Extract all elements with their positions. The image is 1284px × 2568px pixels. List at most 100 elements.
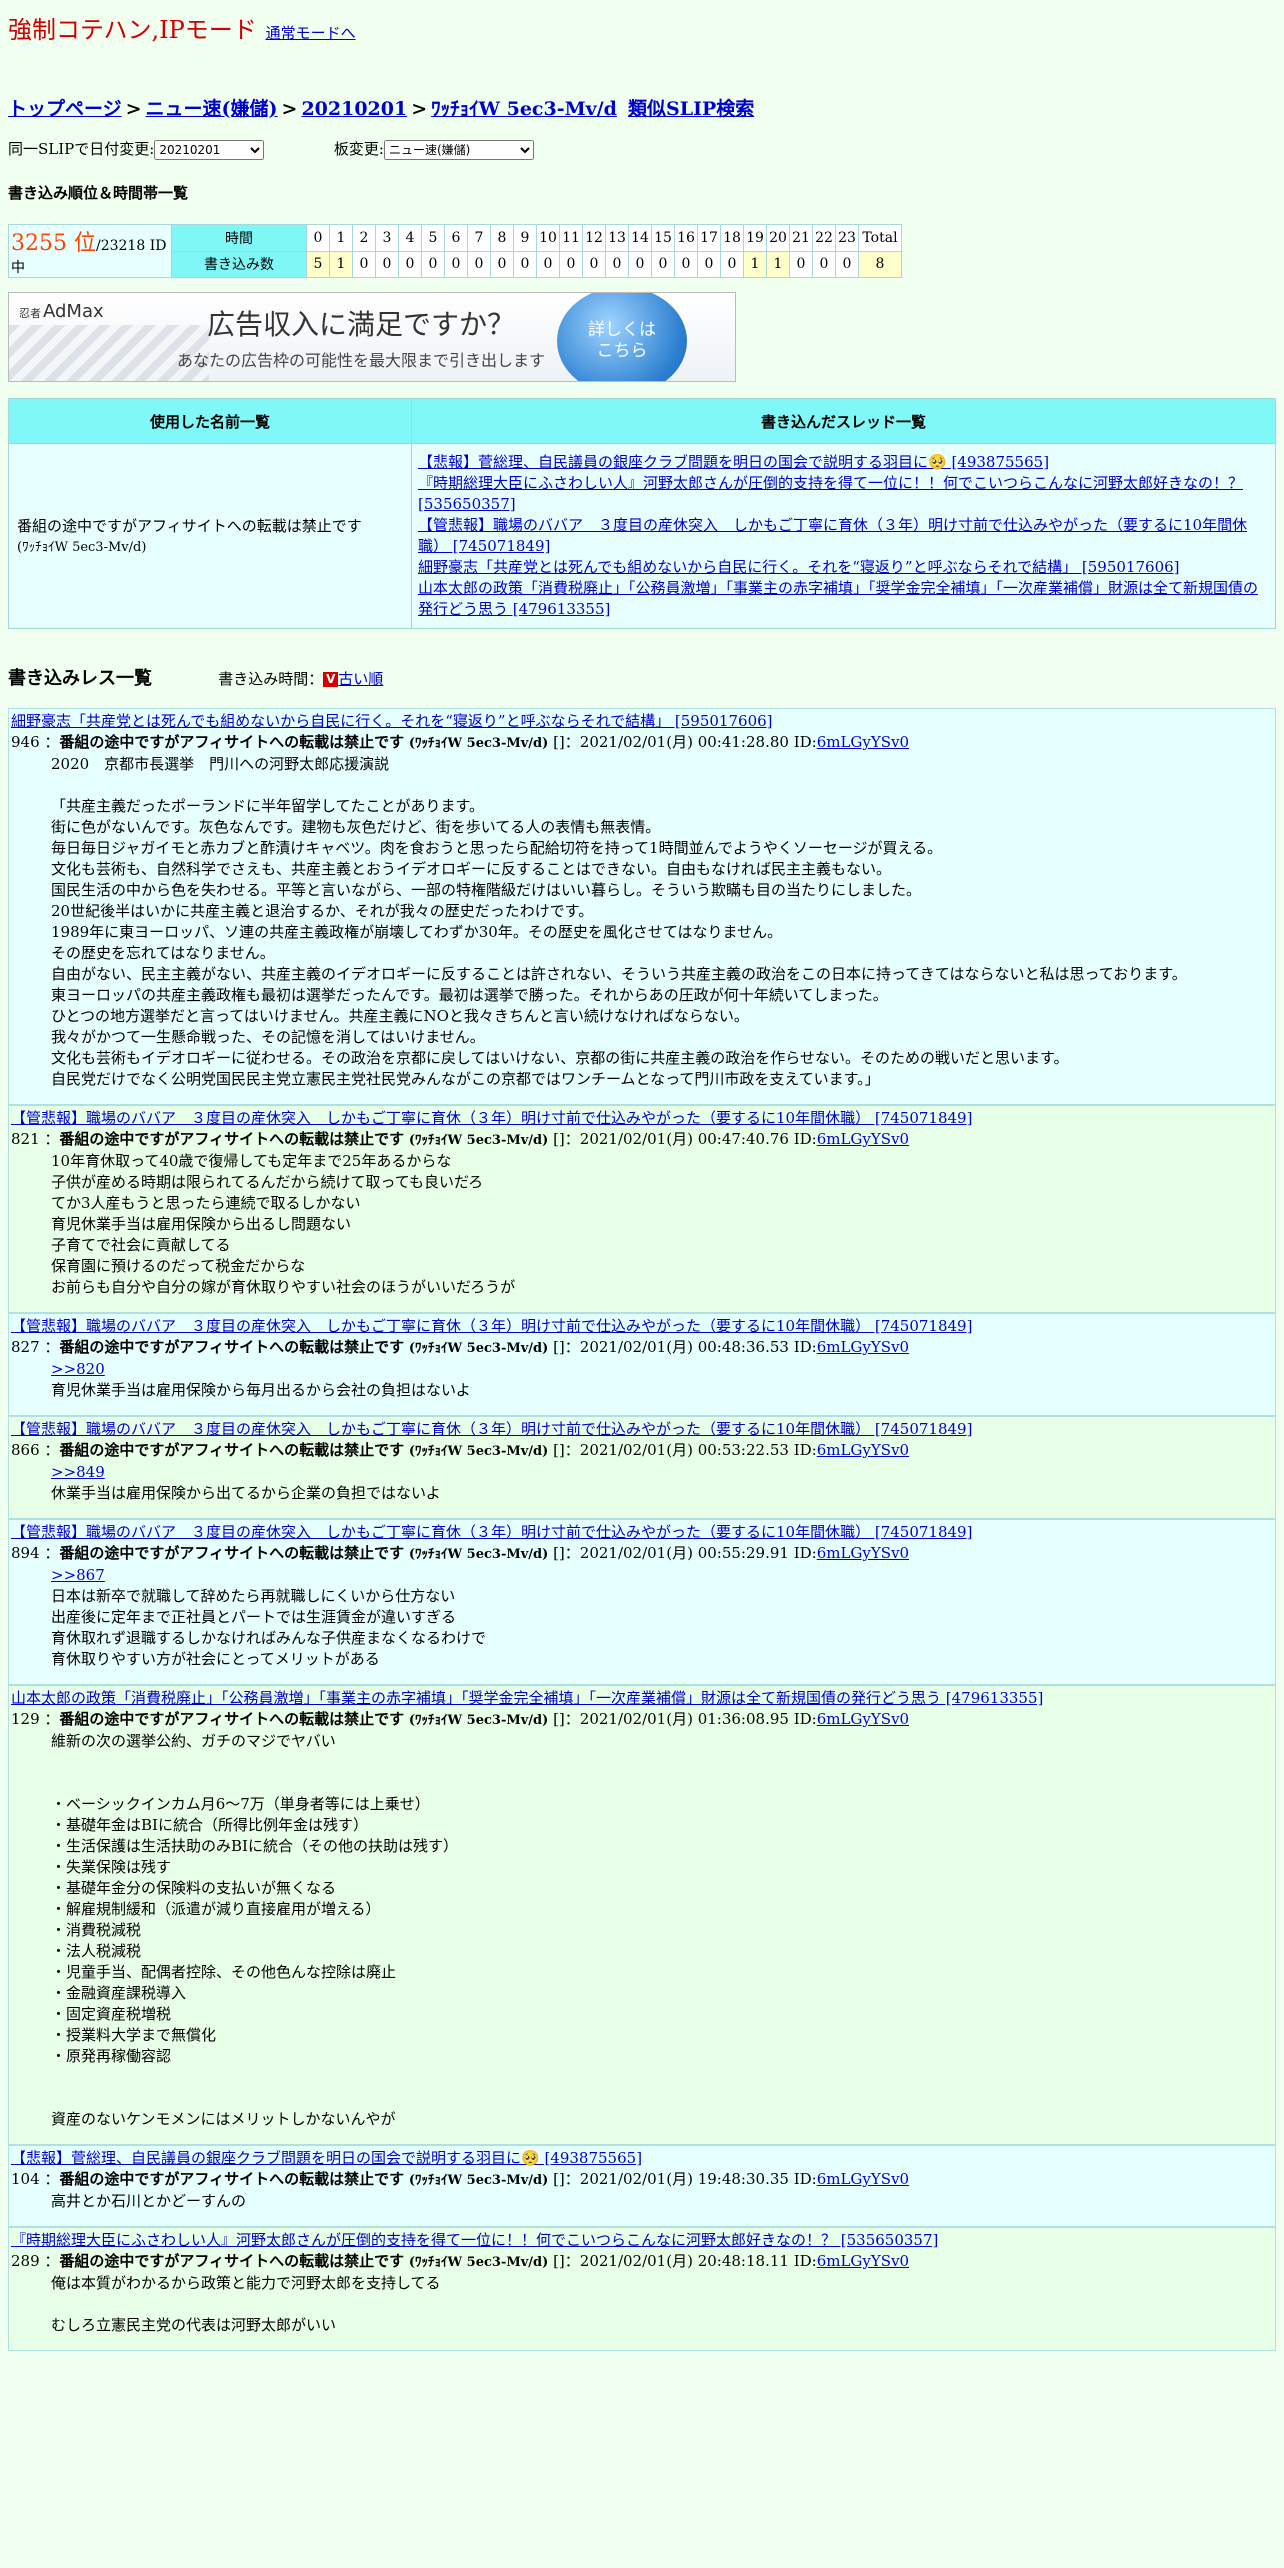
posts-section-title: 書き込みレス一覧 xyxy=(8,668,152,689)
post-name: 番組の途中ですがアフィサイトへの転載は禁止です xyxy=(59,733,405,751)
hour-count: 0 xyxy=(398,250,422,278)
selector-row: 同一SLIPで日付変更: 20210201 板変更: ニュー速(嫌儲) xyxy=(8,138,534,160)
hour-header: 4 xyxy=(398,224,422,252)
post-item: 【管悲報】職場のババア ３度目の産休突入 しかもご丁寧に育休（３年）明け寸前で仕… xyxy=(8,1313,1276,1416)
hour-header: 6 xyxy=(444,224,468,252)
reply-anchor-link[interactable]: >>867 xyxy=(51,1565,1273,1586)
mode-title: 強制コテハン,IPモード xyxy=(8,16,257,44)
hour-count: 0 xyxy=(421,250,445,278)
post-header: 289 ：番組の途中ですがアフィサイトへの転載は禁止です (ﾜｯﾁｮｲW 5ec… xyxy=(11,2252,910,2270)
hour-header: 2 xyxy=(352,224,376,252)
ad-details-button[interactable]: 詳しくは こちら xyxy=(557,293,687,381)
breadcrumb-top-link[interactable]: トップページ xyxy=(8,98,122,120)
post-number: 894 xyxy=(11,1544,40,1562)
threads-cell: 【悲報】菅総理、自民議員の銀座クラブ問題を明日の国会で説明する羽目に🥺 [493… xyxy=(411,443,1276,629)
post-number: 129 xyxy=(11,1710,40,1728)
rank-position-cell: 3255 位/23218 ID中 xyxy=(8,224,172,278)
board-select[interactable]: ニュー速(嫌儲) xyxy=(383,140,534,160)
post-trip: (ﾜｯﾁｮｲW 5ec3-Mv/d) xyxy=(408,2255,549,2270)
post-id-link[interactable]: 6mLGyYSv0 xyxy=(817,1710,909,1728)
hour-header: 10 xyxy=(536,224,560,252)
post-thread-link[interactable]: 細野豪志「共産党とは死んでも組めないから自民に行く。それを“寝返り”と呼ぶならそ… xyxy=(11,711,1273,732)
post-thread-link[interactable]: 【悲報】菅総理、自民議員の銀座クラブ問題を明日の国会で説明する羽目に🥺 [493… xyxy=(11,2148,1273,2169)
post-thread-link[interactable]: 【管悲報】職場のババア ３度目の産休突入 しかもご丁寧に育休（３年）明け寸前で仕… xyxy=(11,1419,1273,1440)
sort-oldest-link[interactable]: 古い順 xyxy=(338,670,383,688)
rank-position: 3255 位 xyxy=(11,231,96,256)
post-text: 俺は本質がわかるから政策と能力で河野太郎を支持してる むしろ立憲民主党の代表は河… xyxy=(51,2274,441,2334)
post-thread-link[interactable]: 【管悲報】職場のババア ３度目の産休突入 しかもご丁寧に育休（３年）明け寸前で仕… xyxy=(11,1522,1273,1543)
post-number: 866 xyxy=(11,1441,40,1459)
post-id-link[interactable]: 6mLGyYSv0 xyxy=(817,1130,909,1148)
breadcrumb-date-link[interactable]: 20210201 xyxy=(301,98,407,120)
reply-anchor-link[interactable]: >>849 xyxy=(51,1462,1273,1483)
count-total: 8 xyxy=(858,250,902,278)
hour-count: 0 xyxy=(628,250,652,278)
post-text: 高井とか石川とかどーすんの xyxy=(51,2192,247,2210)
post-name: 番組の途中ですがアフィサイトへの転載は禁止です xyxy=(59,1710,405,1728)
post-id-link[interactable]: 6mLGyYSv0 xyxy=(817,733,909,751)
thread-link[interactable]: 【悲報】菅総理、自民議員の銀座クラブ問題を明日の国会で説明する羽目に🥺 [493… xyxy=(418,453,1049,471)
post-item: 山本太郎の政策「消費税廃止」「公務員激増」「事業主の赤字補填」「奨学金完全補填」… xyxy=(8,1685,1276,2145)
post-thread-link[interactable]: 山本太郎の政策「消費税廃止」「公務員激増」「事業主の赤字補填」「奨学金完全補填」… xyxy=(11,1688,1273,1709)
thread-link[interactable]: 『時期総理大臣にふさわしい人』河野太郎さんが圧倒的支持を得て一位に！！何でこいつ… xyxy=(418,474,1243,513)
board-select-label: 板変更: xyxy=(333,140,384,158)
time-label: 時間 xyxy=(171,224,307,252)
hour-header: 13 xyxy=(605,224,629,252)
breadcrumb-separator: > xyxy=(125,98,142,120)
post-thread-link[interactable]: 【管悲報】職場のババア ３度目の産休突入 しかもご丁寧に育休（３年）明け寸前で仕… xyxy=(11,1316,1273,1337)
post-header: 821 ：番組の途中ですがアフィサイトへの転載は禁止です (ﾜｯﾁｮｲW 5ec… xyxy=(11,1130,910,1148)
sort-down-icon: V xyxy=(323,671,339,687)
post-thread-link[interactable]: 『時期総理大臣にふさわしい人』河野太郎さんが圧倒的支持を得て一位に！！何でこいつ… xyxy=(11,2230,1273,2251)
post-header: 946 ：番組の途中ですがアフィサイトへの転載は禁止です (ﾜｯﾁｮｲW 5ec… xyxy=(11,733,910,751)
post-header: 827 ：番組の途中ですがアフィサイトへの転載は禁止です (ﾜｯﾁｮｲW 5ec… xyxy=(11,1338,910,1356)
mode-bar: 強制コテハン,IPモード 通常モードへ xyxy=(8,10,356,45)
post-body: >>820 育児休業手当は雇用保険から毎月出るから会社の負担はないよ xyxy=(51,1359,1273,1401)
post-meta: []：2021/02/01(月) 00:41:28.80 ID: xyxy=(548,733,817,751)
hour-count: 0 xyxy=(490,250,514,278)
hour-header: 18 xyxy=(720,224,744,252)
info-table: 使用した名前一覧 書き込んだスレッド一覧 番組の途中ですがアフィサイトへの転載は… xyxy=(8,398,1276,629)
hour-count: 0 xyxy=(697,250,721,278)
post-text: 維新の次の選挙公約、ガチのマジでヤバい ・ベーシックインカム月6〜7万（単身者等… xyxy=(51,1732,458,2128)
breadcrumb-board-link[interactable]: ニュー速(嫌儲) xyxy=(146,98,278,120)
hour-header: 20 xyxy=(766,224,790,252)
ad-logo-text: AdMax xyxy=(43,301,104,322)
post-id-link[interactable]: 6mLGyYSv0 xyxy=(817,2252,909,2270)
rank-heading: 書き込み順位＆時間帯一覧 xyxy=(8,184,189,202)
post-item: 【管悲報】職場のババア ３度目の産休突入 しかもご丁寧に育休（３年）明け寸前で仕… xyxy=(8,1416,1276,1519)
post-id-link[interactable]: 6mLGyYSv0 xyxy=(817,2170,909,2188)
post-id-link[interactable]: 6mLGyYSv0 xyxy=(817,1338,909,1356)
breadcrumb-id-link[interactable]: ﾜｯﾁｮｲW 5ec3-Mv/d xyxy=(431,98,617,120)
post-trip: (ﾜｯﾁｮｲW 5ec3-Mv/d) xyxy=(408,1444,549,1459)
post-id-link[interactable]: 6mLGyYSv0 xyxy=(817,1544,909,1562)
post-id-link[interactable]: 6mLGyYSv0 xyxy=(817,1441,909,1459)
post-meta: []：2021/02/01(月) 01:36:08.95 ID: xyxy=(548,1710,817,1728)
date-select[interactable]: 20210201 xyxy=(154,140,265,160)
post-thread-link[interactable]: 【管悲報】職場のババア ３度目の産休突入 しかもご丁寧に育休（３年）明け寸前で仕… xyxy=(11,1108,1273,1129)
used-name-trip: (ﾜｯﾁｮｲW 5ec3-Mv/d) xyxy=(17,539,147,555)
hour-count: 0 xyxy=(513,250,537,278)
used-name: 番組の途中ですがアフィサイトへの転載は禁止です xyxy=(17,516,362,535)
post-item: 【管悲報】職場のババア ３度目の産休突入 しかもご丁寧に育休（３年）明け寸前で仕… xyxy=(8,1519,1276,1685)
hour-header: 9 xyxy=(513,224,537,252)
post-trip: (ﾜｯﾁｮｲW 5ec3-Mv/d) xyxy=(408,1133,549,1148)
thread-link[interactable]: 【管悲報】職場のババア ３度目の産休突入 しかもご丁寧に育休（３年）明け寸前で仕… xyxy=(418,516,1247,555)
post-meta: []：2021/02/01(月) 00:53:22.53 ID: xyxy=(548,1441,817,1459)
ad-details-label: 詳しくは こちら xyxy=(588,319,656,361)
post-body: 維新の次の選挙公約、ガチのマジでヤバい ・ベーシックインカム月6〜7万（単身者等… xyxy=(51,1731,1273,2130)
post-header: 129 ：番組の途中ですがアフィサイトへの転載は禁止です (ﾜｯﾁｮｲW 5ec… xyxy=(11,1710,910,1728)
hour-count: 0 xyxy=(605,250,629,278)
reply-anchor-link[interactable]: >>820 xyxy=(51,1359,1273,1380)
ad-banner[interactable]: 忍者 AdMax 広告収入に満足ですか？ あなたの広告枠の可能性を最大限まで引き出… xyxy=(8,292,736,382)
post-meta: []：2021/02/01(月) 00:55:29.91 ID: xyxy=(548,1544,817,1562)
post-trip: (ﾜｯﾁｮｲW 5ec3-Mv/d) xyxy=(408,1341,549,1356)
normal-mode-link[interactable]: 通常モードへ xyxy=(266,24,356,42)
post-trip: (ﾜｯﾁｮｲW 5ec3-Mv/d) xyxy=(408,2173,549,2188)
thread-link[interactable]: 細野豪志「共産党とは死んでも組めないから自民に行く。それを“寝返り”と呼ぶならそ… xyxy=(418,558,1180,576)
similar-slip-search-link[interactable]: 類似SLIP検索 xyxy=(628,94,754,121)
hour-count: 0 xyxy=(651,250,675,278)
post-body: 2020 京都市長選挙 門川への河野太郎応援演説 「共産主義だったポーランドに半… xyxy=(51,754,1273,1090)
post-trip: (ﾜｯﾁｮｲW 5ec3-Mv/d) xyxy=(408,1547,549,1562)
post-item: 【管悲報】職場のババア ３度目の産休突入 しかもご丁寧に育休（３年）明け寸前で仕… xyxy=(8,1105,1276,1313)
thread-link[interactable]: 山本太郎の政策「消費税廃止」「公務員激増」「事業主の赤字補填」「奨学金完全補填」… xyxy=(418,579,1258,618)
